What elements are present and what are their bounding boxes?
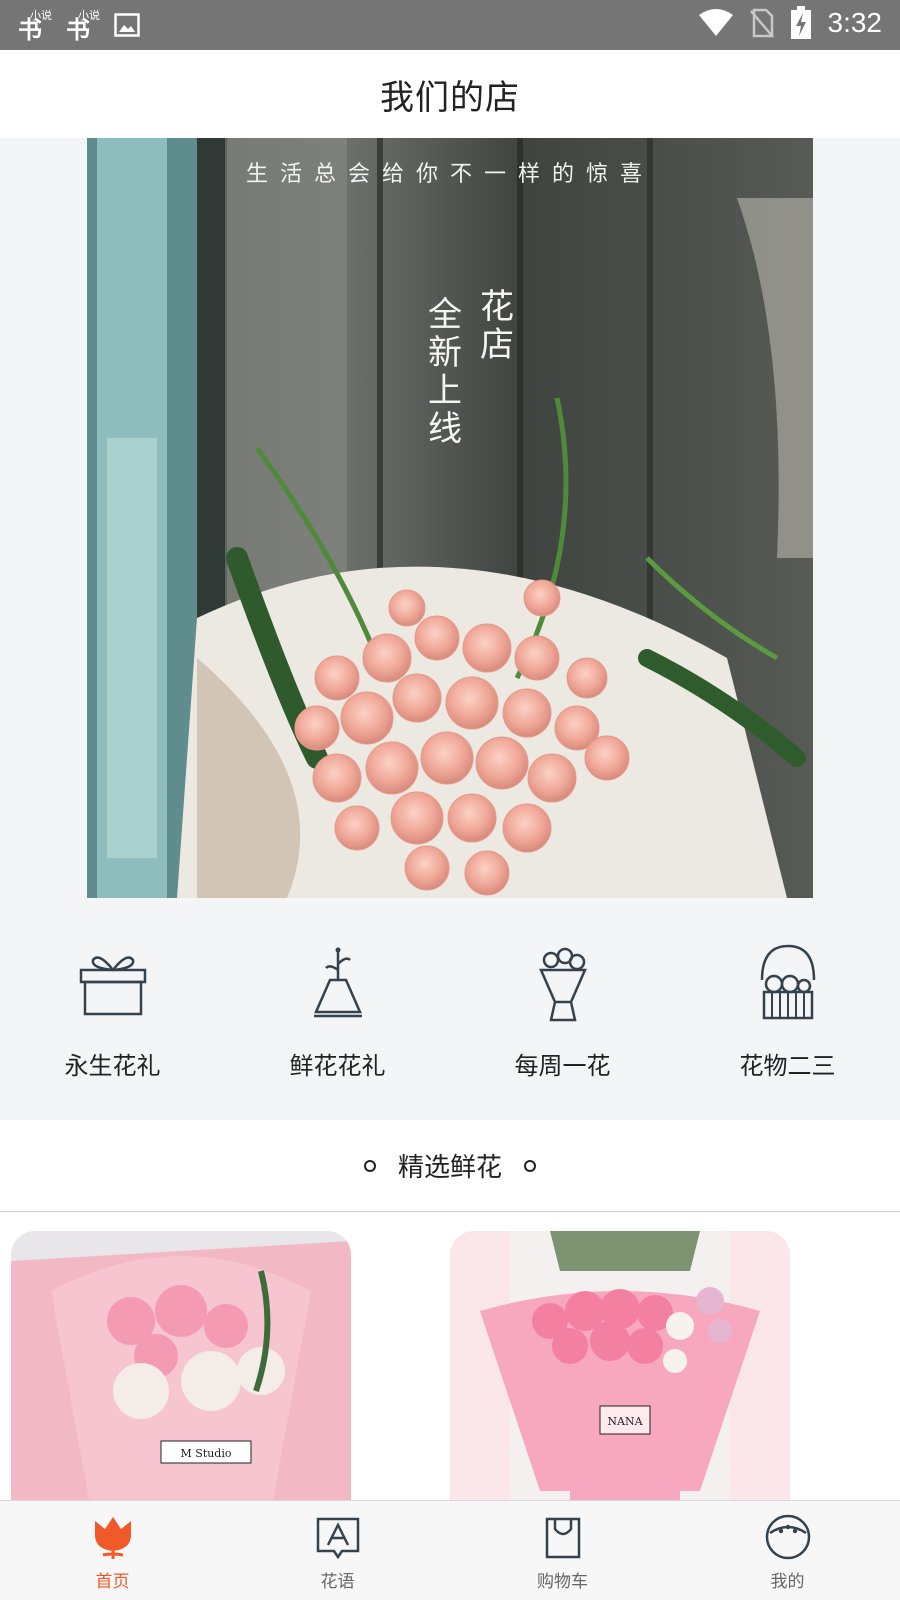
tab-profile[interactable]: 我的 xyxy=(675,1501,900,1600)
product-tag: NANA xyxy=(607,1415,643,1428)
category-label: 鲜花花礼 xyxy=(289,1052,386,1080)
featured-section-header: 精选鲜花 xyxy=(0,1120,900,1212)
novel-app-caption: 小说 xyxy=(30,9,52,22)
image-icon xyxy=(114,13,140,37)
notification-icons: 书 小说 书 小说 xyxy=(18,8,140,45)
tulip-icon xyxy=(94,1517,131,1559)
tab-label: 购物车 xyxy=(537,1572,588,1592)
category-label: 花物二三 xyxy=(739,1052,836,1080)
tab-label: 花语 xyxy=(320,1572,355,1592)
tab-home[interactable]: 首页 xyxy=(0,1501,225,1600)
product-card[interactable]: NANA xyxy=(450,1231,790,1511)
bottom-tab-bar: 首页 花语 购物车 我的 xyxy=(0,1500,900,1600)
product-card[interactable]: M Studio xyxy=(11,1231,351,1511)
system-icons: 3:32 xyxy=(698,6,883,40)
app-header: 我们的店 xyxy=(0,50,900,138)
section-dot-decoration xyxy=(524,1159,536,1172)
no-sim-icon xyxy=(749,8,774,38)
product-grid: M Studio NANA xyxy=(0,1212,900,1511)
banner-tagline: 生活总会给你不一样的惊喜 xyxy=(245,162,654,187)
novel-app-icon: 书 小说 xyxy=(18,8,52,45)
bouquet-icon xyxy=(538,947,587,1022)
section-dot-decoration xyxy=(363,1159,376,1172)
battery-charging-icon xyxy=(790,6,811,39)
category-label: 永生花礼 xyxy=(64,1052,161,1080)
banner-vertical-text: 全新上线 xyxy=(428,295,462,449)
vase-icon xyxy=(313,947,362,1018)
page-title: 我们的店 xyxy=(380,77,520,118)
product-tag: M Studio xyxy=(181,1447,232,1460)
category-grid: 永生花礼 鲜花花礼 每周一花 花物二三 xyxy=(0,898,900,1120)
product-image: M Studio xyxy=(11,1231,351,1511)
category-fresh-flowers[interactable]: 鲜花花礼 xyxy=(225,898,450,1120)
tab-cart[interactable]: 购物车 xyxy=(450,1501,675,1600)
tab-label: 首页 xyxy=(95,1572,130,1592)
product-image: NANA xyxy=(450,1231,790,1511)
tab-flower-language[interactable]: 花语 xyxy=(225,1501,450,1600)
novel-app-icon: 书 小说 xyxy=(66,8,100,45)
category-label: 每周一花 xyxy=(514,1052,611,1080)
category-flower-goods[interactable]: 花物二三 xyxy=(675,898,900,1120)
section-title: 精选鲜花 xyxy=(397,1153,502,1183)
status-bar: 书 小说 书 小说 3:32 xyxy=(0,0,900,50)
hero-banner[interactable]: 生活总会给你不一样的惊喜 全新上线 花店 xyxy=(87,138,813,898)
novel-app-caption: 小说 xyxy=(78,9,100,22)
wifi-icon xyxy=(698,9,733,36)
flower-basket-icon xyxy=(760,944,815,1020)
category-preserved-flowers[interactable]: 永生花礼 xyxy=(0,898,225,1120)
gift-box-icon xyxy=(79,956,146,1016)
shopping-bag-icon xyxy=(545,1517,580,1559)
category-weekly-flower[interactable]: 每周一花 xyxy=(450,898,675,1120)
clock: 3:32 xyxy=(827,7,883,38)
banner-image xyxy=(87,138,813,898)
profile-face-icon xyxy=(765,1514,810,1560)
banner-vertical-text: 花店 xyxy=(480,287,514,365)
flower-language-icon xyxy=(316,1517,359,1560)
tab-label: 我的 xyxy=(770,1572,805,1592)
